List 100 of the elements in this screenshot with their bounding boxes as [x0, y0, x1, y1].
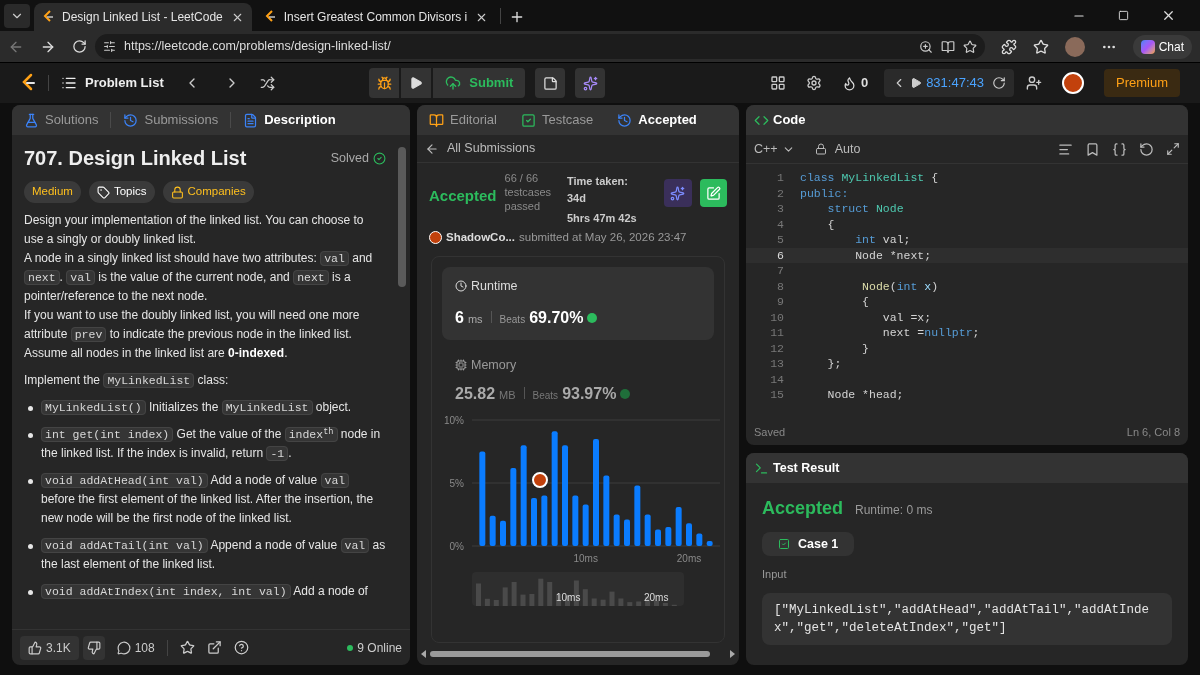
submission-time: submitted at May 26, 2026 23:47 — [519, 229, 687, 245]
book-icon — [429, 112, 444, 128]
online-count: 9 Online — [347, 638, 402, 657]
star-icon[interactable] — [179, 640, 195, 655]
submit-button[interactable]: Submit — [433, 68, 526, 98]
dislike-button[interactable] — [82, 635, 105, 660]
comment-icon — [116, 640, 131, 655]
result-status: Accepted — [762, 497, 844, 520]
favorites-icon[interactable] — [1032, 38, 1049, 55]
restore-icon[interactable] — [1118, 10, 1129, 21]
bookmark-icon[interactable] — [1085, 141, 1100, 157]
case-tab[interactable]: Case 1 — [762, 532, 855, 556]
bullet-icon — [28, 479, 33, 484]
site-info-icon — [103, 40, 116, 53]
debug-button[interactable] — [369, 68, 400, 98]
panel-tab[interactable]: Accepted — [609, 107, 705, 133]
play-icon — [409, 76, 424, 90]
close-icon[interactable] — [1161, 8, 1176, 23]
language-select[interactable]: C++ — [754, 139, 795, 159]
format-icon[interactable] — [1058, 141, 1073, 157]
all-submissions-link[interactable]: All Submissions — [425, 139, 536, 158]
code-line: }; — [826, 356, 842, 373]
tag-icon — [96, 185, 110, 199]
ai-button[interactable] — [664, 179, 692, 207]
beats-label: Beats — [499, 312, 526, 327]
like-button[interactable]: 3.1K — [20, 635, 79, 660]
share-icon[interactable] — [206, 640, 222, 655]
description-text: void addAtHead(int val) Add a node of value val before the first element of the linked list. After the insertion, the new node will be the first node of the linked list. — [41, 472, 375, 527]
add-user-icon[interactable] — [1026, 75, 1042, 91]
settings-icon[interactable] — [805, 75, 822, 91]
line-number: 13 — [769, 356, 785, 373]
layout-icon[interactable] — [769, 75, 786, 91]
edit-button[interactable] — [699, 179, 727, 207]
sparkle-icon — [582, 75, 598, 91]
edit-icon — [705, 185, 721, 201]
zoom-icon[interactable] — [918, 39, 933, 54]
save-status: Saved — [754, 424, 786, 440]
scrollbar[interactable] — [398, 147, 406, 287]
panel-tab[interactable]: Submissions — [115, 107, 227, 133]
tag-chip[interactable]: Companies — [162, 181, 254, 203]
note-icon — [542, 75, 558, 91]
notes-button[interactable] — [535, 68, 566, 98]
scrollbar[interactable] — [430, 651, 710, 657]
testcase-count: testcases — [504, 185, 551, 199]
axis-label: 0% — [449, 541, 464, 553]
code-line: next =nullptr; — [881, 325, 980, 342]
autocomplete-mode[interactable]: Auto — [814, 139, 861, 159]
avatar-marker — [532, 472, 548, 489]
panel-title: Test Result — [773, 459, 840, 477]
panel-tab[interactable]: Solutions — [16, 107, 107, 133]
code-line: public: — [800, 185, 849, 202]
runtime-card[interactable]: Runtime 6 ms Beats 69.70% — [442, 266, 714, 340]
range-navigator[interactable]: 10ms 20ms — [472, 572, 684, 607]
tag-chip[interactable]: Topics — [88, 181, 155, 203]
reset-icon[interactable] — [1139, 141, 1154, 157]
reload-icon[interactable] — [72, 39, 87, 54]
help-icon[interactable] — [233, 640, 249, 655]
chat-button[interactable]: Chat — [1132, 34, 1192, 59]
code-editor[interactable]: 1 class MyLinkedList { 2 public: 3 struct Node 4 { 5 int val; 6 Node *next; 7 8 Node(int x) 9 { 10 val =x; 11 next =nullptr; 12 } 13 }; 14 15 Node *head; — [746, 164, 1188, 419]
comments-button[interactable]: 108 — [116, 638, 155, 657]
cursor-position: Ln 6, Col 8 — [1126, 424, 1180, 440]
description-text: Implement the MyLinkedList class: — [24, 372, 230, 390]
input-value: ["MyLinkedList","addAtHead","addAtTail","addAtIndex","get","deleteAtIndex","get"] — [762, 592, 1172, 645]
thumbs-up-icon — [28, 640, 42, 655]
extensions-icon[interactable] — [1000, 38, 1017, 55]
browser-tab[interactable]: Design Linked List - LeetCode — [34, 3, 252, 31]
expand-icon[interactable] — [1166, 142, 1180, 156]
chart-bar — [489, 516, 496, 547]
chip-icon — [455, 358, 467, 371]
user-avatar — [429, 230, 442, 244]
tab-list-button[interactable] — [4, 4, 30, 28]
bullet-icon — [28, 544, 33, 549]
star-icon[interactable] — [962, 39, 977, 54]
premium-button[interactable]: Premium — [1104, 69, 1180, 97]
user-avatar[interactable] — [1062, 72, 1084, 94]
address-bar[interactable]: https://leetcode.com/problems/design-linked-list/ — [95, 34, 985, 59]
code-line: } — [861, 340, 869, 357]
braces-icon[interactable] — [1112, 141, 1127, 157]
browser-tab[interactable]: Insert Greatest Common Divisors i — [255, 3, 497, 31]
timer-widget[interactable]: 831:47:43 — [884, 69, 1014, 97]
chart-bar — [603, 475, 610, 547]
streak-counter[interactable]: 0 — [841, 73, 869, 93]
bug-icon — [376, 75, 392, 91]
code-line: int val; — [854, 232, 911, 249]
run-button[interactable] — [401, 68, 432, 98]
panel-tab[interactable]: Testcase — [512, 107, 602, 133]
problem-list-button[interactable]: Problem List — [61, 73, 164, 93]
panel-tab[interactable]: Description — [235, 107, 344, 133]
beats-value: 93.97% — [562, 384, 617, 405]
line-number: 11 — [769, 325, 785, 342]
reader-icon[interactable] — [940, 39, 955, 54]
shuffle-icon[interactable] — [259, 75, 275, 91]
username[interactable]: ShadowCo... — [446, 228, 515, 246]
profile-avatar[interactable] — [1064, 36, 1085, 57]
leetcode-logo[interactable] — [20, 73, 36, 93]
axis-label: 20ms — [644, 591, 669, 606]
ai-button[interactable] — [575, 68, 606, 98]
panel-tab[interactable]: Editorial — [421, 107, 505, 133]
tag-chip[interactable]: Medium — [24, 181, 81, 203]
memory-label: Memory — [471, 356, 517, 374]
